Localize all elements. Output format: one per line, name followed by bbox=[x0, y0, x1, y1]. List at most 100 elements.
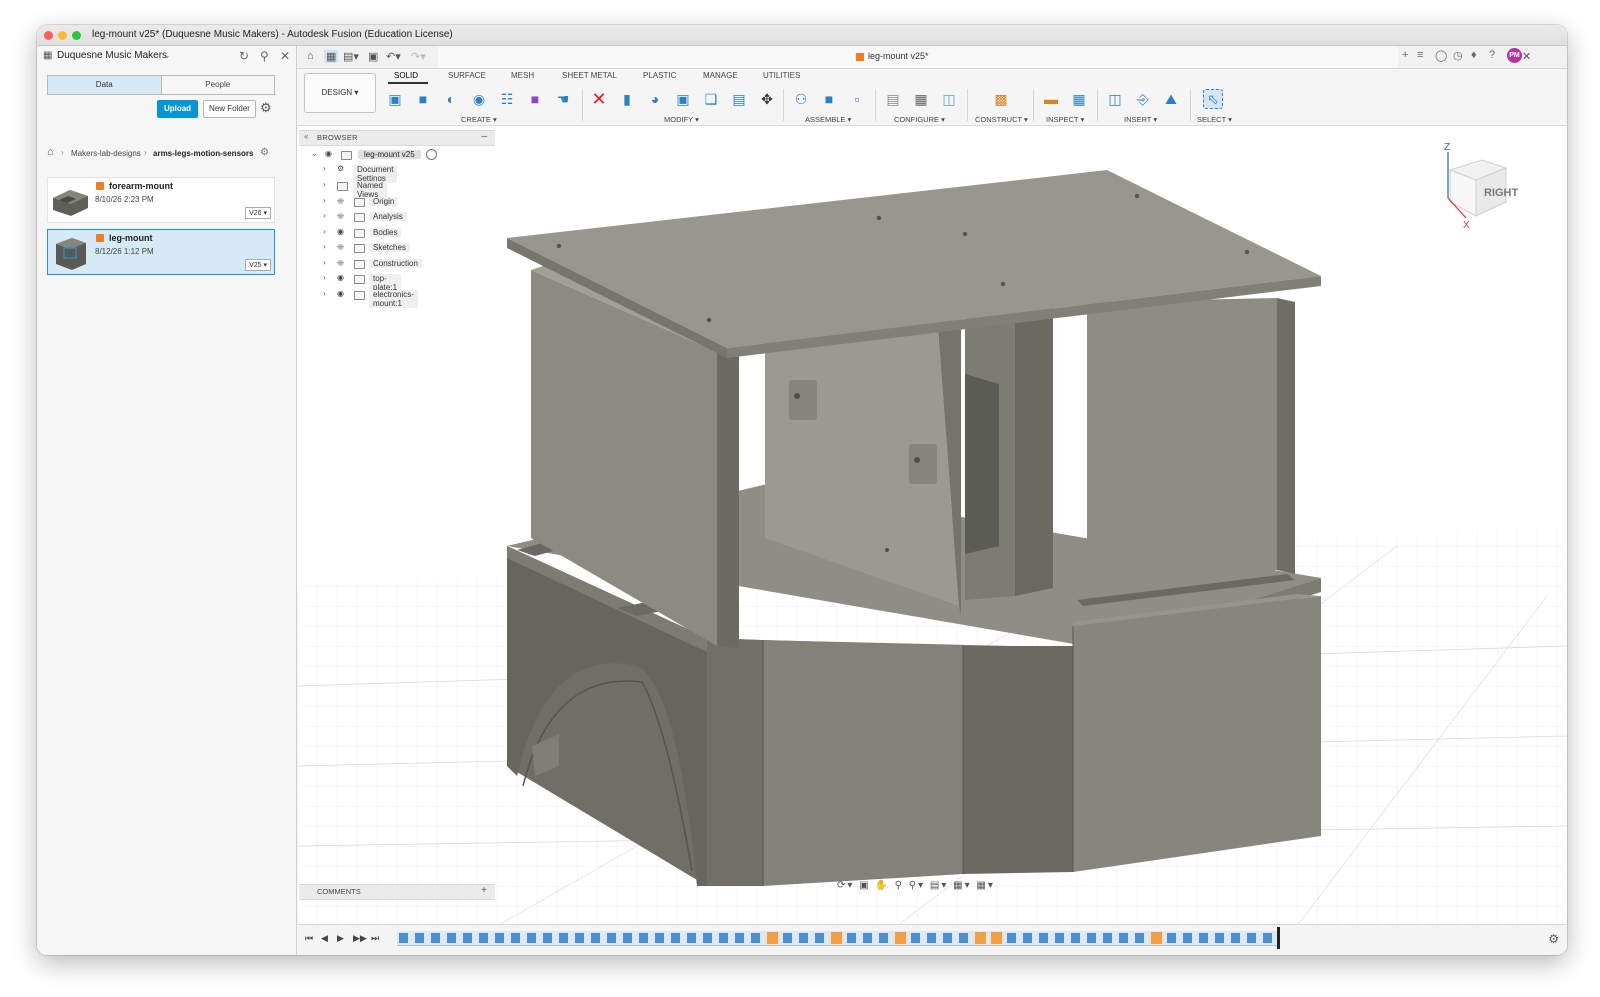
select-menu[interactable]: SELECT ▾ bbox=[1197, 115, 1232, 124]
eye-icon[interactable]: ◉ bbox=[337, 273, 344, 282]
chevron-right-icon[interactable]: › bbox=[323, 164, 326, 173]
plus-icon[interactable]: + bbox=[481, 885, 487, 896]
gear-icon[interactable]: ⚙ bbox=[260, 100, 272, 116]
move-icon[interactable]: ✥ bbox=[757, 89, 777, 109]
grid-settings-icon[interactable]: ▦▾ bbox=[953, 880, 971, 891]
form-icon[interactable]: ■ bbox=[525, 89, 545, 109]
tab-plastic[interactable]: PLASTIC bbox=[643, 71, 676, 80]
delete-icon[interactable]: ✕ bbox=[589, 89, 609, 109]
parameters-icon[interactable]: ▤ bbox=[883, 89, 903, 109]
breadcrumb-current[interactable]: arms-legs-motion-sensors bbox=[153, 149, 253, 158]
file-card[interactable]: forearm-mount 8/10/26 2:23 PM V26 ▾ bbox=[47, 177, 275, 223]
eye-icon[interactable]: ◉ bbox=[337, 227, 344, 236]
go-to-start-icon[interactable]: ⏮ bbox=[305, 933, 313, 944]
zoom-window-button[interactable] bbox=[72, 31, 81, 40]
tab-mesh[interactable]: MESH bbox=[511, 71, 534, 80]
chevron-right-icon[interactable]: › bbox=[323, 273, 326, 282]
document-tab[interactable]: leg-mount v25* ✕ bbox=[438, 46, 1531, 68]
look-at-icon[interactable]: ▣ bbox=[859, 880, 870, 891]
timeline-track[interactable] bbox=[397, 931, 1277, 946]
insert-svg-icon[interactable]: ◫ bbox=[1105, 89, 1125, 109]
undo-icon[interactable]: ↶▾ bbox=[386, 50, 401, 63]
activate-radio[interactable] bbox=[426, 149, 437, 160]
shell-icon[interactable]: ▣ bbox=[673, 89, 693, 109]
clock-icon[interactable]: ◷ bbox=[1453, 49, 1463, 62]
select-icon[interactable]: ⬁ bbox=[1203, 89, 1223, 109]
help-icon[interactable]: ? bbox=[1489, 49, 1495, 61]
pan-icon[interactable]: ✋ bbox=[875, 880, 889, 891]
bell-icon[interactable]: ♦ bbox=[1471, 49, 1477, 61]
team-name[interactable]: Duquesne Music Makers bbox=[57, 50, 167, 61]
section-analysis-icon[interactable]: ▦ bbox=[1069, 89, 1089, 109]
viewports-icon[interactable]: ▦▾ bbox=[976, 880, 994, 891]
redo-icon[interactable]: ↷▾ bbox=[411, 50, 426, 63]
eye-icon[interactable]: ◉ bbox=[325, 149, 332, 158]
joint-icon[interactable]: ⚇ bbox=[791, 89, 811, 109]
hole-icon[interactable]: ◉ bbox=[469, 89, 489, 109]
tab-surface[interactable]: SURFACE bbox=[448, 71, 486, 80]
avatar[interactable]: PM bbox=[1507, 48, 1522, 63]
eye-hidden-icon[interactable]: ◉ bbox=[337, 258, 344, 267]
fit-icon[interactable]: ⚲▾ bbox=[909, 880, 925, 891]
view-cube[interactable]: RIGHT Z X bbox=[1432, 140, 1522, 230]
file-icon[interactable]: ▤▾ bbox=[343, 50, 359, 63]
refresh-icon[interactable]: ↻ bbox=[239, 49, 249, 63]
gear-icon[interactable]: ⚙ bbox=[1548, 932, 1559, 946]
viewport[interactable]: « BROWSER – ⌄ ◉ leg-mount v25 › ⚙ Docume… bbox=[297, 126, 1567, 955]
chevron-down-icon[interactable]: ⌄ bbox=[163, 50, 171, 61]
display-settings-icon[interactable]: ▤▾ bbox=[930, 880, 948, 891]
new-component-icon[interactable]: ■ bbox=[819, 89, 839, 109]
new-folder-button[interactable]: New Folder bbox=[203, 100, 256, 118]
browser-header[interactable]: « BROWSER – bbox=[299, 130, 495, 146]
chevron-right-icon[interactable]: › bbox=[323, 242, 326, 251]
tab-utilities[interactable]: UTILITIES bbox=[763, 71, 800, 80]
chevron-right-icon[interactable]: › bbox=[323, 258, 326, 267]
offset-face-icon[interactable]: ▤ bbox=[729, 89, 749, 109]
minimize-window-button[interactable] bbox=[58, 31, 67, 40]
zoom-icon[interactable]: ⚲ bbox=[895, 880, 904, 891]
go-to-end-icon[interactable]: ⏭ bbox=[371, 933, 379, 944]
play-icon[interactable]: ▶ bbox=[337, 933, 344, 944]
chevron-right-icon[interactable]: › bbox=[323, 289, 326, 298]
folder-settings-icon[interactable]: ⚙ bbox=[260, 147, 269, 158]
chevron-right-icon[interactable]: › bbox=[323, 196, 326, 205]
home-icon[interactable]: ⌂ bbox=[47, 146, 54, 158]
chevron-down-icon[interactable]: ⌄ bbox=[311, 149, 318, 158]
close-icon[interactable]: ✕ bbox=[1522, 50, 1531, 63]
combine-icon[interactable]: ❏ bbox=[701, 89, 721, 109]
upload-button[interactable]: Upload bbox=[157, 100, 198, 118]
construct-plane-icon[interactable]: ▩ bbox=[991, 89, 1011, 109]
close-icon[interactable]: ✕ bbox=[280, 49, 290, 63]
eye-hidden-icon[interactable]: ◉ bbox=[337, 211, 344, 220]
save-icon[interactable]: ▣ bbox=[368, 50, 378, 63]
eye-icon[interactable]: ◉ bbox=[337, 289, 344, 298]
tab-sheet-metal[interactable]: SHEET METAL bbox=[562, 71, 617, 80]
job-status-icon[interactable]: ◯ bbox=[1435, 49, 1447, 62]
grid-icon[interactable]: ▦ bbox=[324, 50, 339, 63]
step-forward-icon[interactable]: ▶▶ bbox=[353, 933, 367, 944]
press-pull-icon[interactable]: ▮ bbox=[617, 89, 637, 109]
assemble-menu[interactable]: ASSEMBLE ▾ bbox=[805, 115, 851, 124]
breadcrumb-item[interactable]: Makers-lab-designs bbox=[71, 149, 141, 158]
orbit-icon[interactable]: ⟳▾ bbox=[837, 880, 854, 891]
construct-menu[interactable]: CONSTRUCT ▾ bbox=[975, 115, 1028, 124]
version-dropdown[interactable]: V26 ▾ bbox=[245, 207, 271, 219]
modify-menu[interactable]: MODIFY ▾ bbox=[664, 115, 699, 124]
extrude-icon[interactable]: ■ bbox=[413, 89, 433, 109]
eye-hidden-icon[interactable]: ◉ bbox=[337, 196, 344, 205]
minus-icon[interactable]: – bbox=[481, 131, 487, 142]
chevron-right-icon[interactable]: › bbox=[323, 180, 326, 189]
plus-icon[interactable]: + bbox=[1402, 49, 1408, 61]
chevron-right-icon[interactable]: › bbox=[323, 227, 326, 236]
pattern-icon[interactable]: ☷ bbox=[497, 89, 517, 109]
extensions-icon[interactable]: ≡ bbox=[1417, 49, 1423, 61]
browser-root[interactable]: ⌄ ◉ leg-mount v25 bbox=[299, 148, 495, 162]
inspect-menu[interactable]: INSPECT ▾ bbox=[1046, 115, 1084, 124]
eye-hidden-icon[interactable]: ◉ bbox=[337, 242, 344, 251]
timeline-marker[interactable] bbox=[1277, 927, 1280, 949]
create-menu[interactable]: CREATE ▾ bbox=[461, 115, 497, 124]
fillet-icon[interactable]: ◕ bbox=[645, 89, 665, 109]
step-back-icon[interactable]: ◀ bbox=[321, 933, 328, 944]
collapse-icon[interactable]: « bbox=[304, 132, 308, 141]
close-window-button[interactable] bbox=[44, 31, 53, 40]
